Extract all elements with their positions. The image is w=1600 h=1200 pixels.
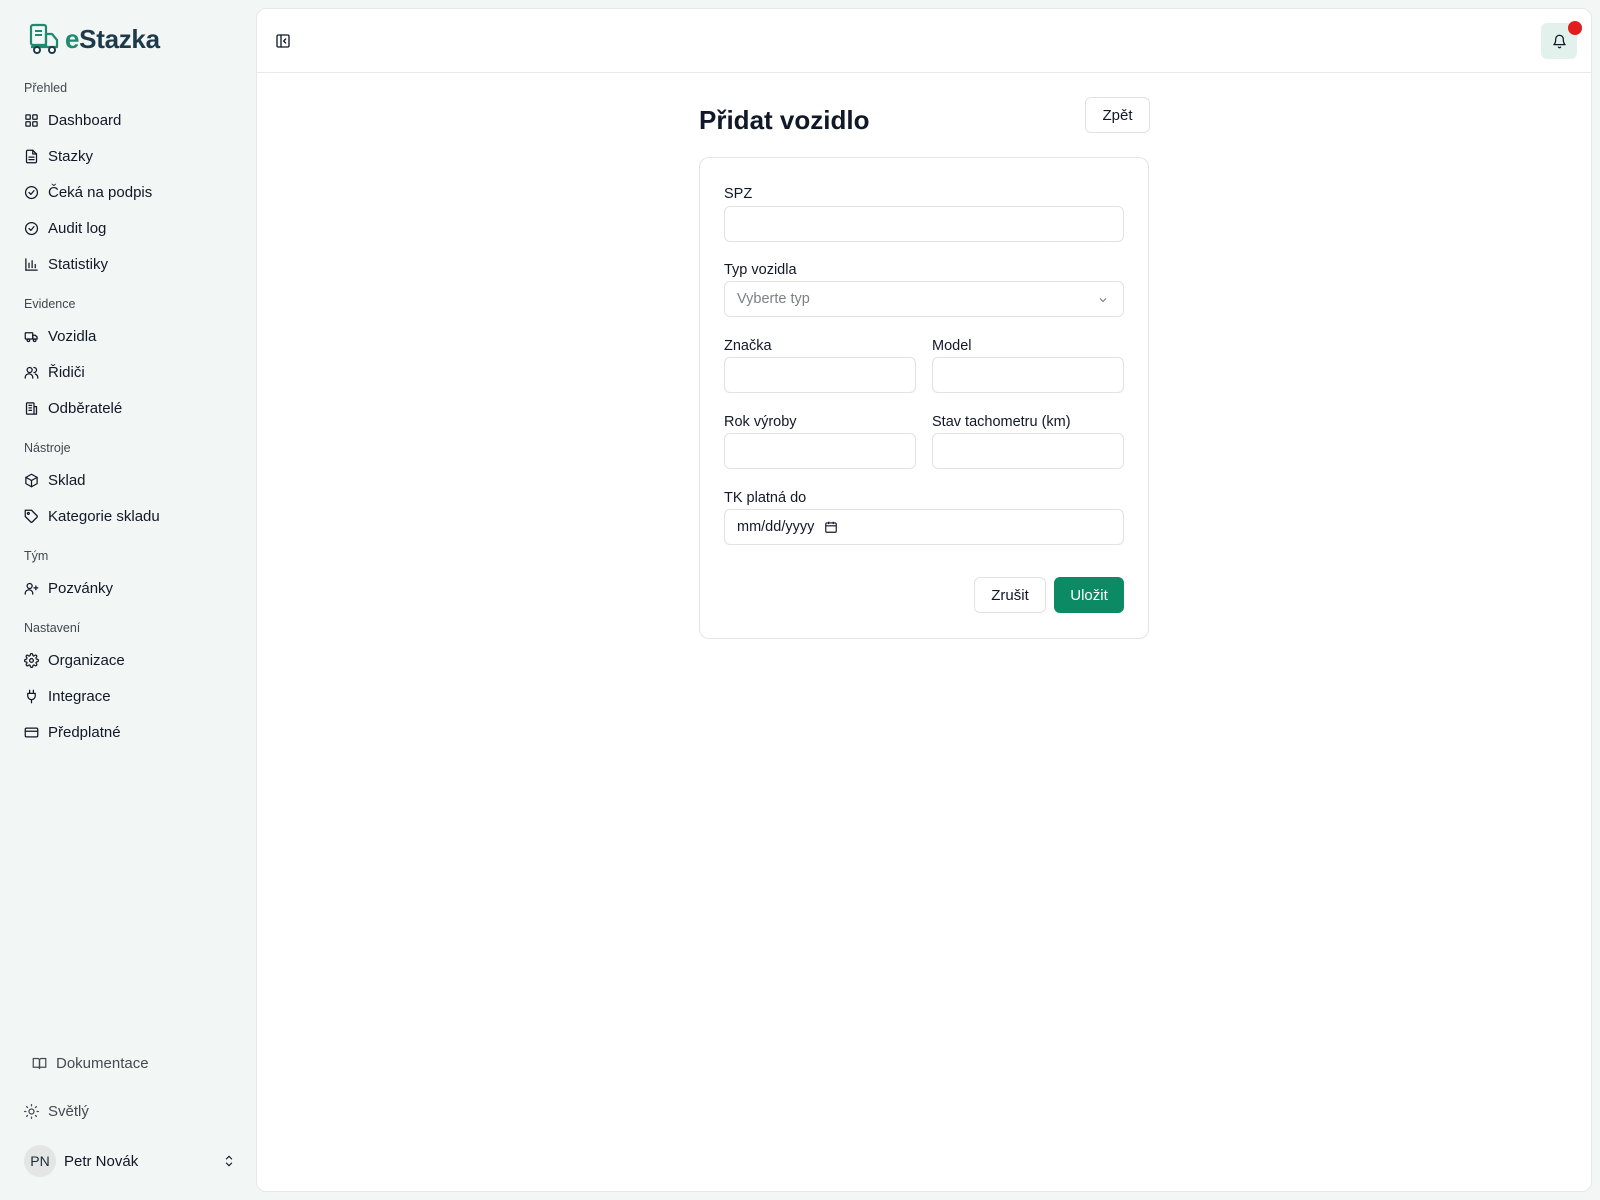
sidebar-item-ceka-na-podpis[interactable]: Čeká na podpis	[16, 176, 238, 208]
plug-icon	[27, 689, 36, 703]
sidebar-item-label: Vozidla	[48, 327, 97, 345]
sidebar-item-label: Sklad	[48, 471, 86, 489]
chevrons-up-down-icon	[225, 1155, 233, 1167]
document-icon	[25, 149, 38, 163]
gear-icon	[24, 652, 39, 668]
vehicle-type-select[interactable]: Vyberte typ	[724, 281, 1124, 317]
sidebar-item-pozvanky[interactable]: Pozvánky	[16, 572, 238, 604]
spz-input[interactable]	[724, 206, 1124, 242]
spz-label: SPZ	[724, 186, 753, 202]
year-input[interactable]	[724, 433, 916, 469]
tk-date-placeholder: mm/dd/yyyy	[737, 519, 815, 535]
documentation-link[interactable]: Dokumentace	[24, 1047, 238, 1079]
section-label-nastaveni: Nastavení	[24, 621, 81, 635]
sidebar-item-label: Čeká na podpis	[48, 183, 153, 201]
sidebar-item-statistiky[interactable]: Statistiky	[16, 248, 238, 280]
tag-icon	[24, 509, 38, 523]
brand-name: Stazka	[79, 23, 160, 54]
model-input[interactable]	[932, 357, 1124, 393]
sidebar-item-kategorie-skladu[interactable]: Kategorie skladu	[16, 500, 238, 532]
brand-prefix: e	[65, 23, 80, 54]
user-plus-icon	[24, 582, 39, 595]
building-icon	[25, 401, 38, 415]
user-menu[interactable]: PN Petr Novák	[24, 1143, 236, 1179]
sidebar-item-label: Organizace	[48, 651, 125, 669]
cancel-button[interactable]: Zrušit	[974, 577, 1046, 613]
truck-icon	[24, 331, 38, 342]
sidebar-item-label: Stazky	[48, 147, 94, 165]
calendar-icon[interactable]	[824, 520, 838, 534]
notifications-button[interactable]	[1541, 21, 1582, 59]
section-label-prehled: Přehled	[24, 81, 68, 95]
chevron-down-icon	[1097, 294, 1109, 306]
vehicle-form-card: SPZ Typ vozidla Vyberte typ Značka Model…	[699, 157, 1149, 639]
sidebar-item-label: Integrace	[48, 687, 111, 705]
model-label: Model	[932, 338, 972, 354]
section-label-nastroje: Nástroje	[24, 441, 71, 455]
save-button[interactable]: Uložit	[1054, 577, 1124, 613]
bell-icon	[1552, 34, 1566, 48]
panel-left-icon	[276, 34, 290, 48]
sidebar-item-label: Odběratelé	[48, 399, 123, 417]
sidebar-item-stazky[interactable]: Stazky	[16, 140, 238, 172]
sidebar-item-sklad[interactable]: Sklad	[16, 464, 238, 496]
vehicle-type-placeholder: Vyberte typ	[737, 291, 810, 307]
section-label-tym: Tým	[24, 549, 49, 563]
sidebar-item-vozidla[interactable]: Vozidla	[16, 320, 238, 352]
logo[interactable]: eStazka	[27, 22, 160, 56]
back-button[interactable]: Zpět	[1085, 97, 1150, 133]
check-circle-icon	[24, 185, 39, 199]
odometer-input[interactable]	[932, 433, 1124, 469]
sidebar-item-label: Pozvánky	[48, 579, 114, 597]
sidebar-item-odberatele[interactable]: Odběratelé	[16, 392, 238, 424]
users-icon	[24, 366, 39, 379]
vehicle-type-label: Typ vozidla	[724, 262, 797, 278]
avatar: PN	[24, 1145, 56, 1177]
documentation-label: Dokumentace	[56, 1054, 149, 1072]
sidebar-item-label: Statistiky	[48, 255, 109, 273]
tk-date-input[interactable]: mm/dd/yyyy	[724, 509, 1124, 545]
sidebar-item-predplatne[interactable]: Předplatné	[16, 716, 238, 748]
box-icon	[25, 473, 38, 487]
check-circle-icon	[24, 221, 39, 235]
sidebar: eStazka Přehled Dashboard Stazky Čeká na…	[0, 0, 255, 1200]
bar-chart-icon	[25, 257, 38, 271]
sidebar-item-label: Předplatné	[48, 723, 121, 741]
tk-label: TK platná do	[724, 490, 807, 506]
sidebar-item-dashboard[interactable]: Dashboard	[16, 104, 238, 136]
sidebar-item-audit-log[interactable]: Audit log	[16, 212, 238, 244]
book-icon	[32, 1057, 47, 1069]
sidebar-item-organizace[interactable]: Organizace	[16, 644, 238, 676]
sidebar-item-integrace[interactable]: Integrace	[16, 680, 238, 712]
user-name: Petr Novák	[64, 1152, 139, 1170]
sidebar-toggle-button[interactable]	[269, 27, 297, 55]
sidebar-item-label: Dashboard	[48, 111, 122, 129]
sidebar-item-label: Řidiči	[48, 363, 85, 381]
sidebar-item-label: Kategorie skladu	[48, 507, 160, 525]
year-label: Rok výroby	[724, 414, 797, 430]
sun-icon	[24, 1103, 39, 1119]
theme-label: Světlý	[48, 1102, 89, 1120]
brand-label: Značka	[724, 338, 772, 354]
theme-toggle[interactable]: Světlý	[16, 1095, 238, 1127]
top-bar	[257, 9, 1591, 73]
sidebar-item-label: Audit log	[48, 219, 107, 237]
page-title: Přidat vozidlo	[699, 105, 870, 135]
section-label-evidence: Evidence	[24, 297, 76, 311]
truck-document-logo-icon	[29, 23, 59, 54]
main-panel: Přidat vozidlo Zpět SPZ Typ vozidla Vybe…	[256, 8, 1592, 1192]
notification-badge	[1568, 21, 1582, 35]
grid-icon	[25, 113, 38, 127]
odometer-label: Stav tachometru (km)	[932, 414, 1071, 430]
sidebar-item-ridici[interactable]: Řidiči	[16, 356, 238, 388]
brand-input[interactable]	[724, 357, 916, 393]
credit-card-icon	[24, 727, 39, 737]
